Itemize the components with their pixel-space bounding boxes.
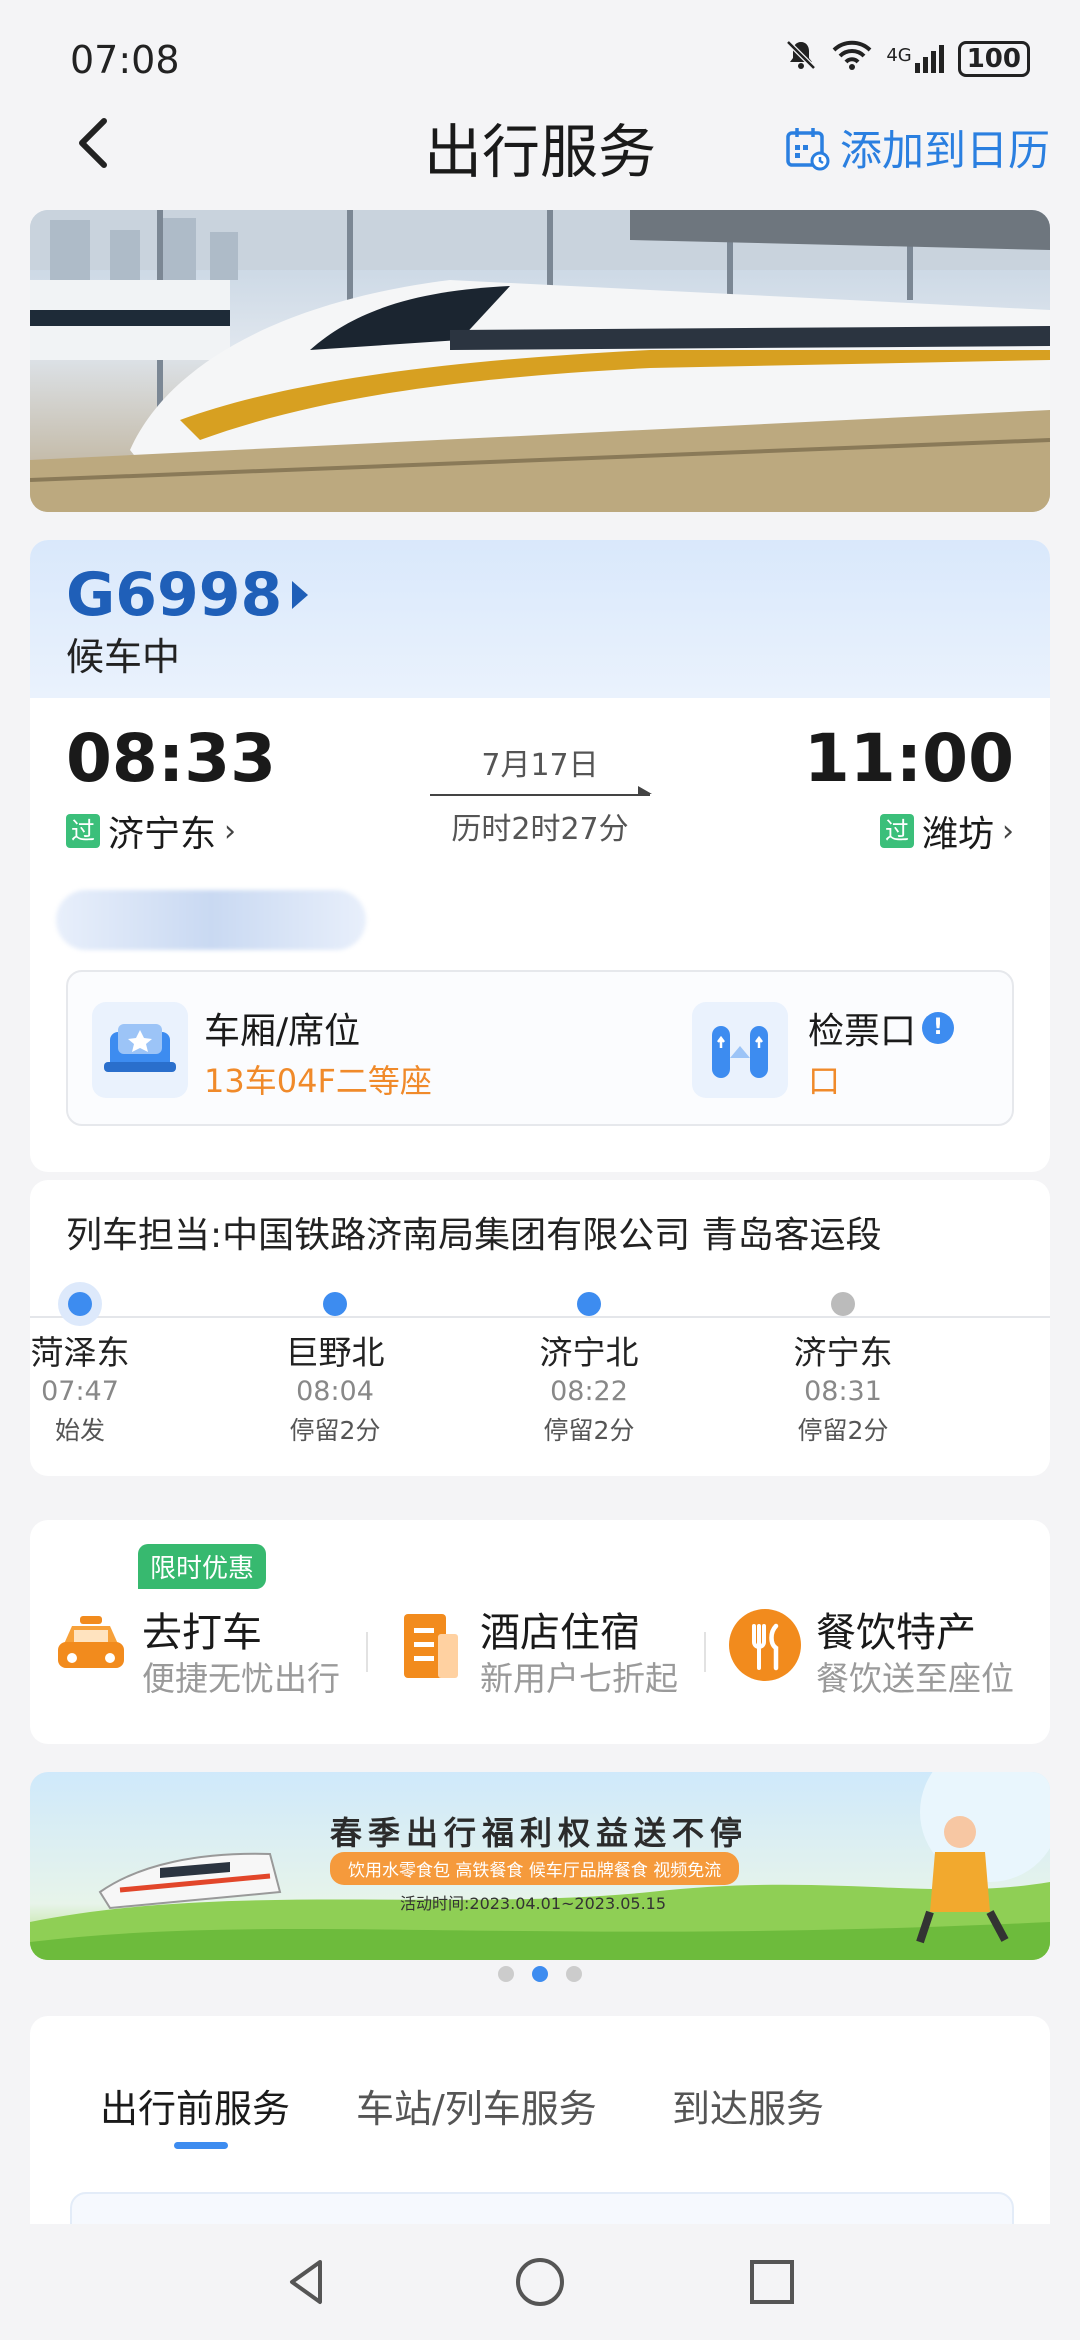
promo-banner[interactable]: 春季出行福利权益送不停 饮用水零食包 高铁餐食 候车厅品牌餐食 视频免流 活动时… bbox=[30, 1772, 1050, 1960]
pass-tag: 过 bbox=[879, 814, 914, 848]
train-hero-image bbox=[30, 210, 1050, 512]
info-icon[interactable]: ! bbox=[922, 1012, 955, 1044]
stop-name: 济宁北 bbox=[539, 1333, 639, 1372]
stop-stay: 始发 bbox=[54, 1416, 105, 1445]
taxi-icon bbox=[58, 1616, 124, 1668]
header: 出行服务 添加到日历 bbox=[0, 95, 1080, 195]
route-stop[interactable]: 济宁东 08:31 停留2分 bbox=[758, 1292, 928, 1447]
hotel-icon bbox=[404, 1614, 458, 1678]
tab-station-train[interactable]: 车站/列车服务 bbox=[356, 2078, 597, 2133]
stop-time: 08:22 bbox=[550, 1376, 628, 1407]
dining-service[interactable]: 餐饮特产 餐饮送至座位 bbox=[724, 1590, 1044, 1700]
arrival-time: 11:00 bbox=[803, 720, 1014, 797]
chevron-right-icon: › bbox=[1002, 813, 1014, 849]
train-state: 候车中 bbox=[66, 635, 181, 679]
taxi-service[interactable]: 去打车 便捷无忧出行 bbox=[50, 1590, 380, 1700]
banner-date: 活动时间:2023.04.01~2023.05.15 bbox=[400, 1894, 667, 1913]
ticket-gate-icon bbox=[692, 1002, 788, 1098]
stop-time: 08:04 bbox=[296, 1376, 374, 1407]
page-dot[interactable] bbox=[498, 1966, 514, 1982]
banner-pagination bbox=[0, 1966, 1080, 1982]
stop-dot bbox=[831, 1292, 855, 1316]
redacted-passenger-info bbox=[56, 890, 366, 950]
divider bbox=[704, 1632, 706, 1672]
service-subtitle: 餐饮送至座位 bbox=[816, 1659, 1014, 1698]
train-number-link[interactable]: G6998 bbox=[66, 560, 1014, 630]
ticket-gate-value: 口 bbox=[808, 1062, 841, 1100]
stop-name: 济宁东 bbox=[793, 1333, 893, 1372]
stop-stay: 停留2分 bbox=[543, 1416, 635, 1445]
service-title: 酒店住宿 bbox=[480, 1610, 640, 1656]
status-icons: 4G 100 bbox=[784, 38, 1030, 80]
service-title: 餐饮特产 bbox=[816, 1610, 976, 1656]
seat-gate-box: 车厢/席位 13车04F二等座 检票口 ! 口 bbox=[66, 970, 1014, 1126]
seat-icon bbox=[92, 1002, 188, 1098]
divider bbox=[366, 1632, 368, 1672]
stop-time: 08:31 bbox=[804, 1376, 882, 1407]
seat-value: 13车04F二等座 bbox=[204, 1062, 432, 1100]
arrow-line-icon bbox=[430, 786, 652, 796]
wifi-icon bbox=[832, 39, 872, 79]
nav-back-icon[interactable] bbox=[280, 2254, 336, 2310]
departure-time: 08:33 bbox=[66, 720, 277, 797]
service-subtitle: 新用户七折起 bbox=[480, 1659, 678, 1698]
service-title: 去打车 bbox=[142, 1610, 262, 1656]
trip-summary: 7月17日 历时2时27分 bbox=[430, 740, 652, 848]
nav-home-icon[interactable] bbox=[512, 2254, 568, 2310]
stop-stay: 停留2分 bbox=[289, 1416, 381, 1445]
calendar-icon bbox=[786, 127, 830, 170]
system-nav-bar bbox=[0, 2224, 1080, 2340]
page-dot-active[interactable] bbox=[532, 1966, 548, 1982]
mute-icon bbox=[784, 38, 818, 80]
battery-icon: 100 bbox=[957, 41, 1030, 77]
page-dot[interactable] bbox=[566, 1966, 582, 1982]
nav-recents-icon[interactable] bbox=[744, 2254, 800, 2310]
route-stop[interactable]: 菏泽东 07:47 始发 bbox=[30, 1292, 165, 1447]
hotel-service[interactable]: 酒店住宿 新用户七折起 bbox=[388, 1590, 718, 1700]
trip-date: 7月17日 bbox=[481, 748, 599, 783]
trip-duration: 历时2时27分 bbox=[451, 812, 629, 847]
tab-underline bbox=[174, 2142, 228, 2149]
play-arrow-icon bbox=[292, 581, 309, 609]
departure-station-name: 济宁东 bbox=[108, 814, 217, 855]
ticket-gate-label-row: 检票口 ! bbox=[808, 1002, 955, 1054]
tab-arrival[interactable]: 到达服务 bbox=[672, 2078, 824, 2133]
pass-tag: 过 bbox=[66, 814, 100, 848]
stop-dot bbox=[577, 1292, 601, 1316]
stop-dot bbox=[323, 1292, 347, 1316]
stop-name: 菏泽东 bbox=[30, 1333, 130, 1372]
stop-dot bbox=[68, 1292, 92, 1316]
chevron-right-icon: › bbox=[224, 813, 237, 849]
add-to-calendar-label: 添加到日历 bbox=[839, 126, 1050, 175]
banner-perks: 饮用水零食包 高铁餐食 候车厅品牌餐食 视频免流 bbox=[330, 1852, 740, 1885]
status-time: 07:08 bbox=[70, 38, 180, 82]
service-subtitle: 便捷无忧出行 bbox=[142, 1659, 340, 1698]
route-stop[interactable]: 巨野北 08:04 停留2分 bbox=[250, 1292, 420, 1447]
departure-station[interactable]: 过 济宁东 › bbox=[66, 805, 236, 857]
ticket-gate-label: 检票口 bbox=[808, 1011, 917, 1052]
route-stop[interactable]: 济宁北 08:22 停留2分 bbox=[504, 1292, 674, 1447]
arrival-station-name: 潍坊 bbox=[921, 814, 994, 855]
arrival-station[interactable]: 过 潍坊 › bbox=[879, 805, 1014, 857]
stop-name: 巨野北 bbox=[285, 1333, 385, 1372]
promo-badge: 限时优惠 bbox=[138, 1544, 267, 1589]
train-operator: 列车担当:中国铁路济南局集团有限公司 青岛客运段 bbox=[66, 1215, 882, 1256]
train-number: G6998 bbox=[66, 560, 283, 630]
add-to-calendar-button[interactable]: 添加到日历 bbox=[784, 117, 1050, 178]
stop-time: 07:47 bbox=[41, 1376, 119, 1407]
tab-pre-trip[interactable]: 出行前服务 bbox=[100, 2078, 290, 2133]
dining-icon bbox=[729, 1609, 801, 1681]
banner-title: 春季出行福利权益送不停 bbox=[330, 1814, 749, 1852]
route-card: 列车担当:中国铁路济南局集团有限公司 青岛客运段 菏泽东 07:47 始发 巨野… bbox=[30, 1180, 1050, 1476]
signal-icon: 4G bbox=[886, 45, 944, 73]
services-card: 限时优惠 去打车 便捷无忧出行 酒店住宿 新用户七折起 餐饮特产 餐饮送至座位 bbox=[30, 1520, 1050, 1744]
ticket-header: G6998 候车中 bbox=[30, 540, 1050, 698]
stop-stay: 停留2分 bbox=[797, 1416, 889, 1445]
seat-label: 车厢/席位 bbox=[204, 1011, 361, 1052]
ticket-card[interactable]: G6998 候车中 08:33 过 济宁东 › 7月17日 历时2时27分 11… bbox=[30, 540, 1050, 1172]
